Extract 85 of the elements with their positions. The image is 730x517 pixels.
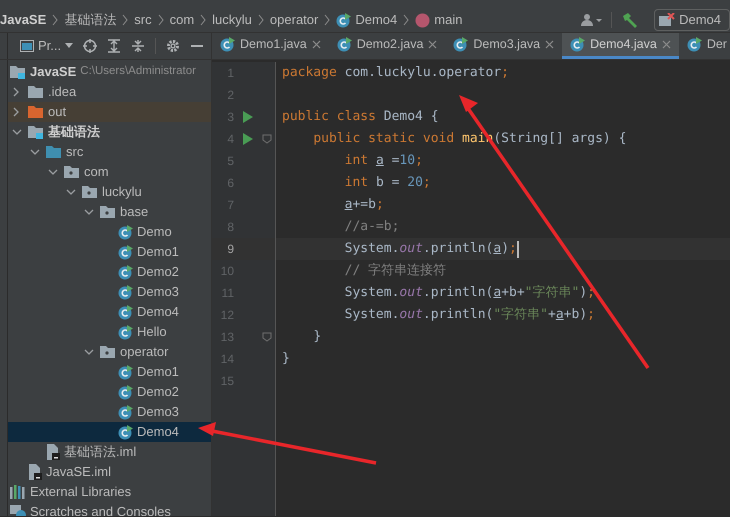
tree-item[interactable]: 基础语法 bbox=[8, 122, 211, 142]
tree-item[interactable]: Demo2 bbox=[8, 382, 211, 402]
window-icon bbox=[20, 40, 34, 52]
fold-icon[interactable] bbox=[262, 332, 272, 342]
tree-item[interactable]: luckylu bbox=[8, 182, 211, 202]
settings-icon[interactable] bbox=[166, 39, 180, 53]
code-line: } bbox=[312, 328, 322, 346]
libraries-icon bbox=[10, 485, 26, 499]
close-icon[interactable] bbox=[312, 40, 321, 49]
tree-item[interactable]: Demo4 bbox=[8, 302, 211, 322]
tree-item[interactable]: Demo2 bbox=[8, 262, 211, 282]
code-line: // 字符串连接符 bbox=[344, 262, 446, 280]
breadcrumb[interactable]: 基础语法 bbox=[64, 10, 116, 30]
close-icon[interactable] bbox=[662, 40, 671, 49]
tree-item[interactable]: JavaSE.iml bbox=[8, 462, 211, 482]
close-icon[interactable] bbox=[428, 40, 438, 49]
editor-tab[interactable]: Demo4.java bbox=[562, 33, 679, 59]
tree-item[interactable]: JavaSE C:\Users\Administrator bbox=[8, 62, 211, 82]
code-line: int a =10; bbox=[344, 152, 423, 170]
code-line: System.out.println(a+b+"字符串"); bbox=[344, 284, 595, 302]
folder-icon bbox=[28, 105, 44, 119]
code-line: a+=b; bbox=[344, 196, 384, 214]
scratches-icon bbox=[10, 504, 26, 516]
chevron-icon bbox=[122, 14, 128, 26]
breadcrumb[interactable]: operator bbox=[270, 10, 318, 30]
file-icon bbox=[28, 464, 42, 480]
tree-item[interactable]: src bbox=[8, 142, 211, 162]
folder-icon bbox=[28, 85, 44, 99]
code-line: public class Demo4 { bbox=[282, 108, 439, 126]
line-number: 9 bbox=[226, 241, 234, 258]
chevron-icon bbox=[403, 14, 410, 26]
tree-item[interactable]: com bbox=[8, 162, 211, 182]
tree-item[interactable]: 基础语法.iml bbox=[8, 442, 211, 462]
close-icon[interactable] bbox=[545, 40, 554, 49]
code-line: int b = 20; bbox=[344, 174, 431, 192]
method-icon bbox=[415, 12, 430, 28]
tree-item[interactable]: Demo1 bbox=[8, 242, 211, 262]
folder-icon bbox=[46, 145, 62, 159]
collapse-all-icon[interactable] bbox=[131, 39, 146, 53]
breadcrumb[interactable]: luckylu bbox=[212, 10, 252, 30]
package-icon bbox=[82, 185, 98, 199]
hammer-icon[interactable] bbox=[620, 12, 638, 28]
dropdown-icon bbox=[65, 43, 74, 49]
code-line: //a-=b; bbox=[344, 218, 400, 236]
tree-item[interactable]: base bbox=[8, 202, 211, 222]
tree-item[interactable]: Demo3 bbox=[8, 282, 211, 302]
editor-tab[interactable]: Der bbox=[678, 33, 730, 59]
tree-item[interactable]: External Libraries bbox=[8, 482, 211, 502]
code-line: package com.luckylu.operator; bbox=[282, 64, 509, 82]
code-line: System.out.println("字符串"+a+b); bbox=[344, 306, 595, 324]
editor-tab[interactable]: Demo3.java bbox=[445, 33, 562, 59]
chevron-icon bbox=[258, 14, 264, 26]
chevron-icon bbox=[158, 14, 164, 26]
tree-item[interactable]: Demo4 bbox=[8, 422, 211, 442]
tree-item[interactable]: Demo3 bbox=[8, 402, 211, 422]
tree-item[interactable]: out bbox=[8, 102, 211, 122]
project-view-dropdown[interactable]: Pr... bbox=[20, 36, 74, 56]
package-icon bbox=[64, 165, 80, 179]
code-line: } bbox=[282, 350, 290, 368]
folder-icon bbox=[10, 65, 26, 79]
breadcrumb[interactable]: main bbox=[434, 10, 462, 30]
tree-item[interactable]: Hello bbox=[8, 322, 211, 342]
locate-icon[interactable] bbox=[83, 39, 98, 53]
run-configuration-dropdown[interactable]: Demo4 bbox=[654, 9, 730, 31]
chevron-icon bbox=[200, 14, 206, 26]
file-icon bbox=[46, 444, 60, 460]
chevron-icon bbox=[324, 14, 330, 26]
breadcrumb[interactable]: Demo4 bbox=[355, 10, 398, 30]
editor-tab[interactable]: Demo1.java bbox=[212, 33, 329, 59]
expand-all-icon[interactable] bbox=[107, 39, 122, 53]
package-icon bbox=[100, 345, 116, 359]
tree-item[interactable]: .idea bbox=[8, 82, 211, 102]
tree-item[interactable]: Demo bbox=[8, 222, 211, 242]
breadcrumb[interactable]: com bbox=[170, 10, 194, 30]
package-icon bbox=[100, 205, 116, 219]
user-icon[interactable] bbox=[581, 13, 604, 27]
tree-item[interactable]: Demo1 bbox=[8, 362, 211, 382]
fold-icon[interactable] bbox=[262, 134, 272, 144]
breadcrumb[interactable]: JavaSE bbox=[0, 10, 46, 30]
editor-tab[interactable]: Demo2.java bbox=[328, 33, 446, 59]
code-line: System.out.println(a); bbox=[344, 240, 517, 258]
chevron-icon bbox=[52, 14, 58, 26]
breadcrumb[interactable]: src bbox=[134, 10, 152, 30]
tree-item[interactable]: operator bbox=[8, 342, 211, 362]
folder-icon bbox=[28, 125, 44, 139]
